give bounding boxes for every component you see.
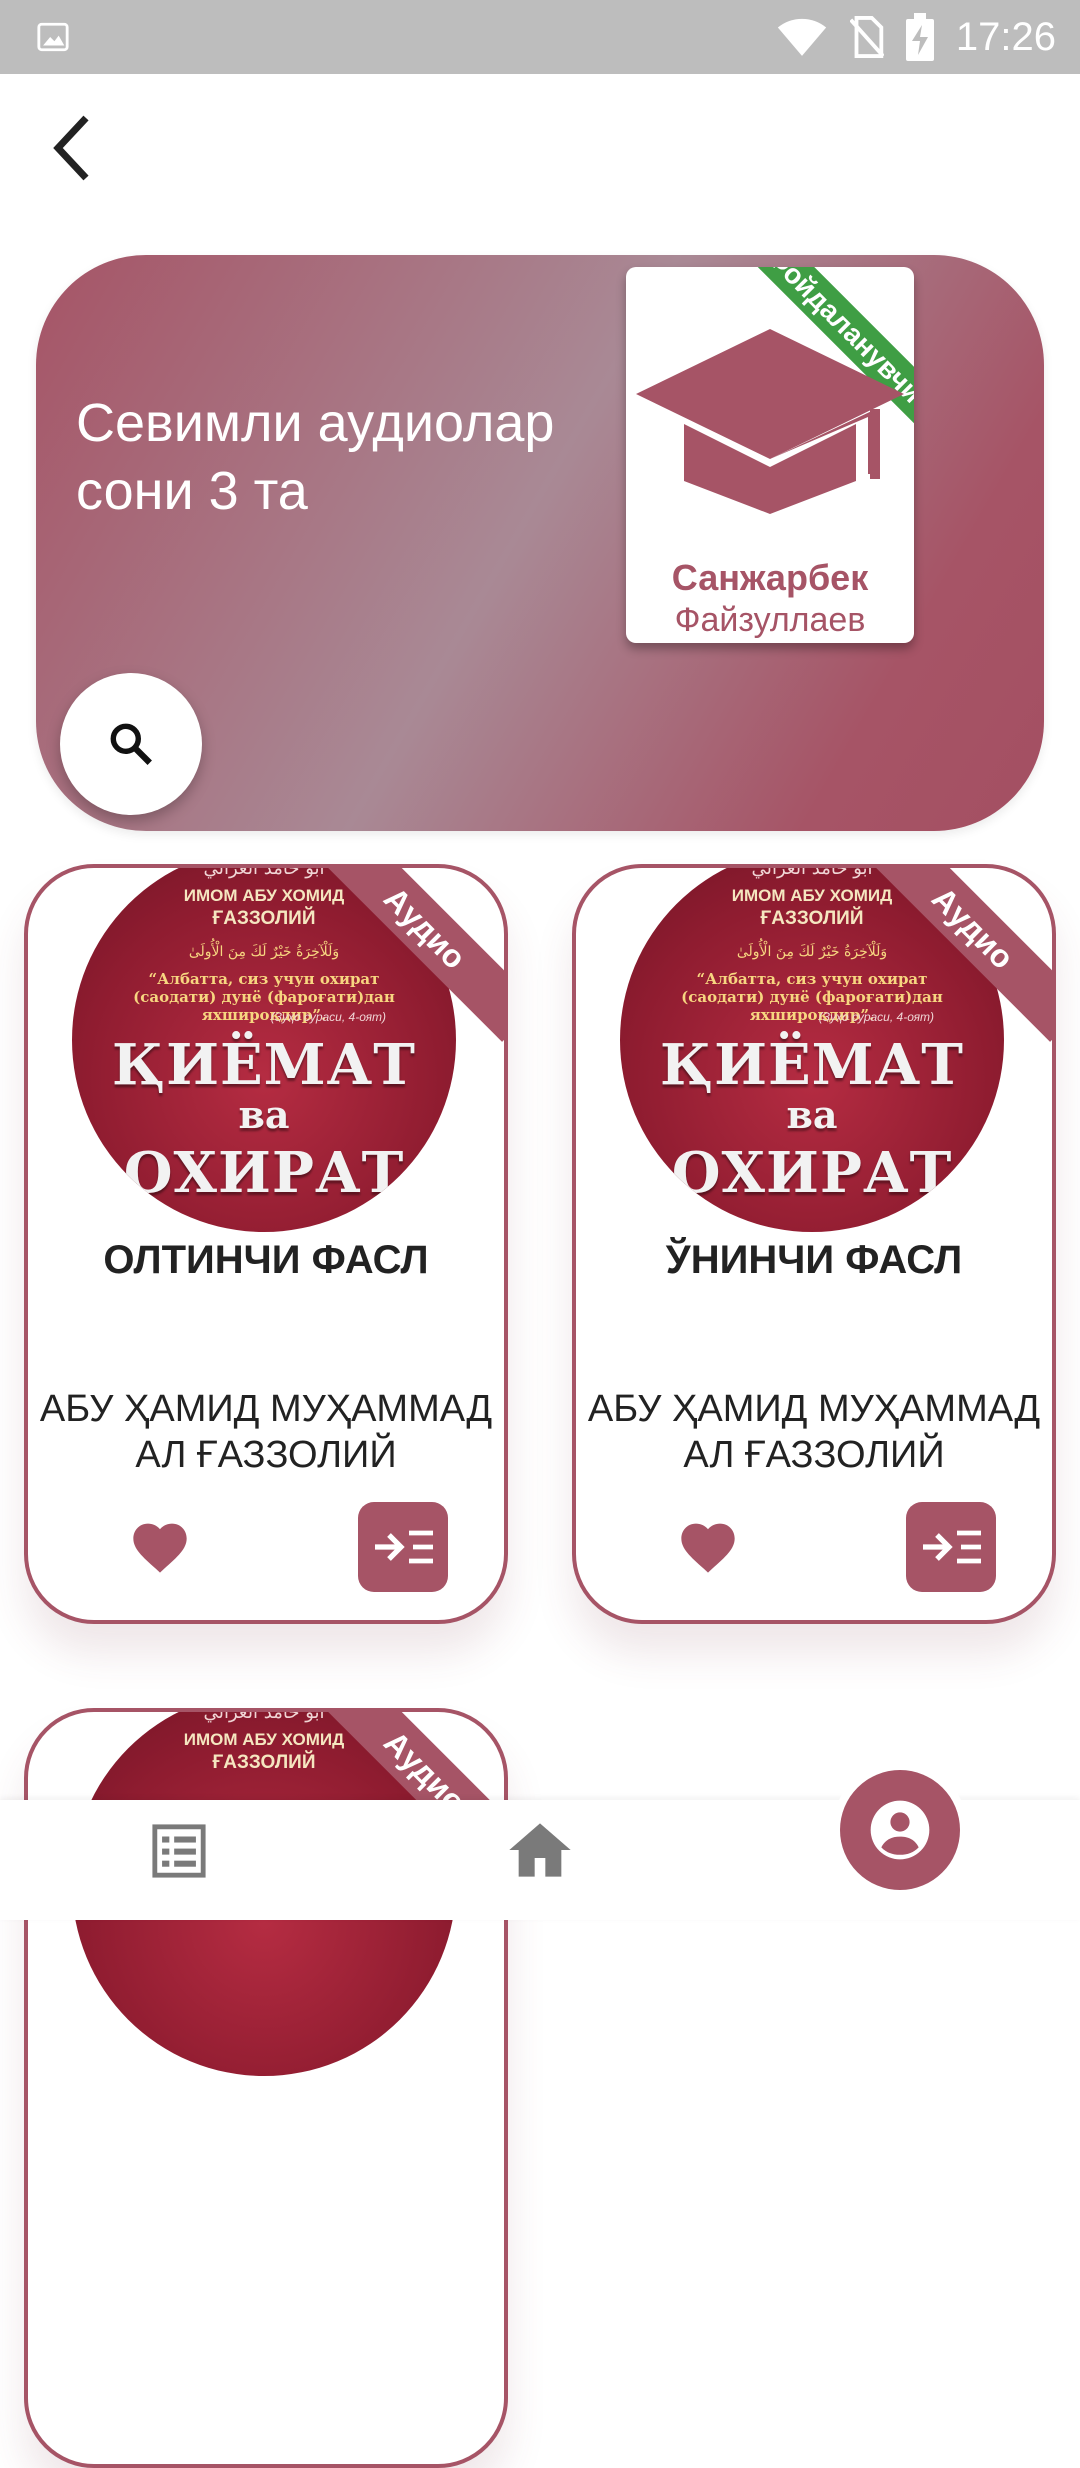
profile-first-name: Санжарбек [671,557,869,598]
nav-profile-button[interactable] [840,1770,960,1890]
cover-ayah: وَلَلْآخِرَةُ خَيْرٌ لَكَ مِنَ الْأُولَى… [188,944,340,960]
no-sim-icon [849,16,884,58]
home-icon [509,1823,571,1877]
cover-quote-ref: (Зуҳо сураси, 4-оят) [270,1010,386,1024]
cover-title-line1: ҚИЁМАТ [660,1032,964,1098]
search-icon [110,723,152,765]
card-title: ЎНИНЧИ ФАСЛ [665,1238,963,1282]
list-icon [152,1824,206,1878]
audio-card[interactable]: أبو حامد الغزالي ИМОМ АБУ ХОМИД ҒАЗЗОЛИЙ… [24,864,508,1624]
clock: 17:26 [955,14,1056,59]
add-to-playlist-button[interactable] [358,1502,448,1592]
favorite-button[interactable] [128,1516,192,1576]
cover-title-line3: ОХИРАТ [123,1140,405,1206]
battery-charging-icon [905,13,934,61]
cover-title-line2: ва [238,1092,290,1137]
card-author: АБУ ҲАМИД МУҲАММАД АЛ ҒАЗЗОЛИЙ [39,1388,493,1476]
profile-last-name: Файзуллаев [674,601,866,639]
back-arrow-icon [53,115,89,181]
cover-ayah: وَلَلْآخِرَةُ خَيْرٌ لَكَ مِنَ الْأُولَى… [736,944,888,960]
heart-icon [133,1523,187,1573]
cover-quote-ref: (Зуҳо сураси, 4-оят) [818,1010,934,1024]
favorites-summary-card: Севимли аудиолар сони 3 та Фойдаланувчи … [36,255,1044,831]
audio-card[interactable]: أبو حامد الغزالي ИМОМ АБУ ХОМИД ҒАЗЗОЛИЙ… [572,864,1056,1624]
nav-list-button[interactable] [150,1822,208,1880]
graduation-cap-icon [636,329,904,514]
playlist-add-icon [923,1530,981,1564]
favorite-button[interactable] [676,1516,740,1576]
wifi-icon [777,18,827,56]
back-button[interactable] [42,110,102,186]
cover-title-line1: ҚИЁМАТ [112,1032,416,1098]
bottom-navigation [0,1770,1080,1920]
add-to-playlist-button[interactable] [906,1502,996,1592]
favorites-count-text: Севимли аудиолар сони 3 та [76,393,555,521]
nav-home-button[interactable] [508,1820,572,1880]
image-icon [37,22,69,52]
profile-card[interactable]: Фойдаланувчи Санжарбек Файзуллаев [626,267,914,643]
playlist-add-icon [375,1530,433,1564]
card-author: АБУ ҲАМИД МУҲАММАД АЛ ҒАЗЗОЛИЙ [587,1388,1041,1476]
cover-title-line2: ва [786,1092,838,1137]
account-circle-icon [870,1800,930,1860]
card-title: ОЛТИНЧИ ФАСЛ [103,1238,429,1282]
cover-title-line3: ОХИРАТ [671,1140,953,1206]
status-bar: 17:26 [0,0,1080,74]
search-button[interactable] [60,673,202,815]
heart-icon [681,1523,735,1573]
